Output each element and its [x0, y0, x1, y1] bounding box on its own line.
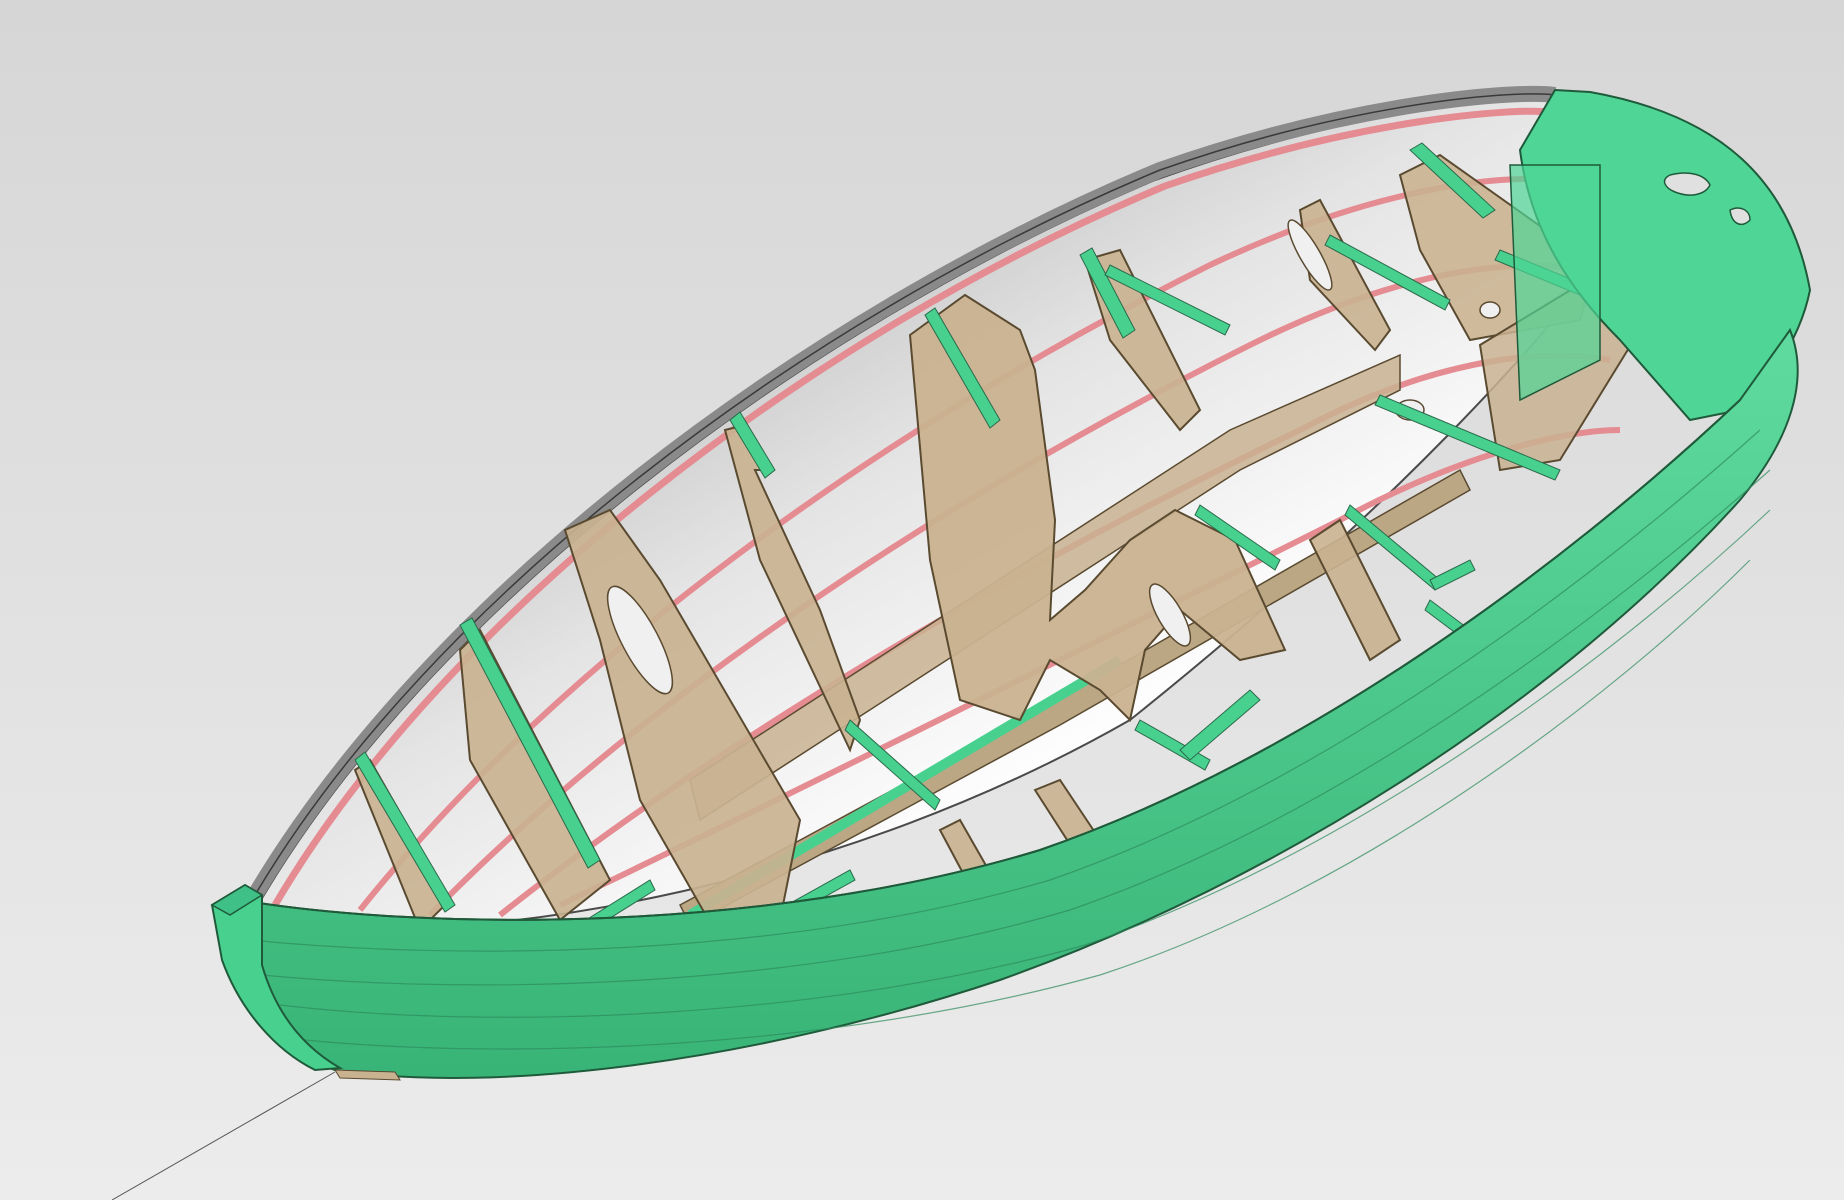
boat-model-canvas[interactable]	[0, 0, 1844, 1200]
aft-bulkhead-panel	[1509, 164, 1601, 402]
3d-viewport[interactable]	[0, 0, 1844, 1200]
keel-skeg	[334, 1069, 401, 1081]
